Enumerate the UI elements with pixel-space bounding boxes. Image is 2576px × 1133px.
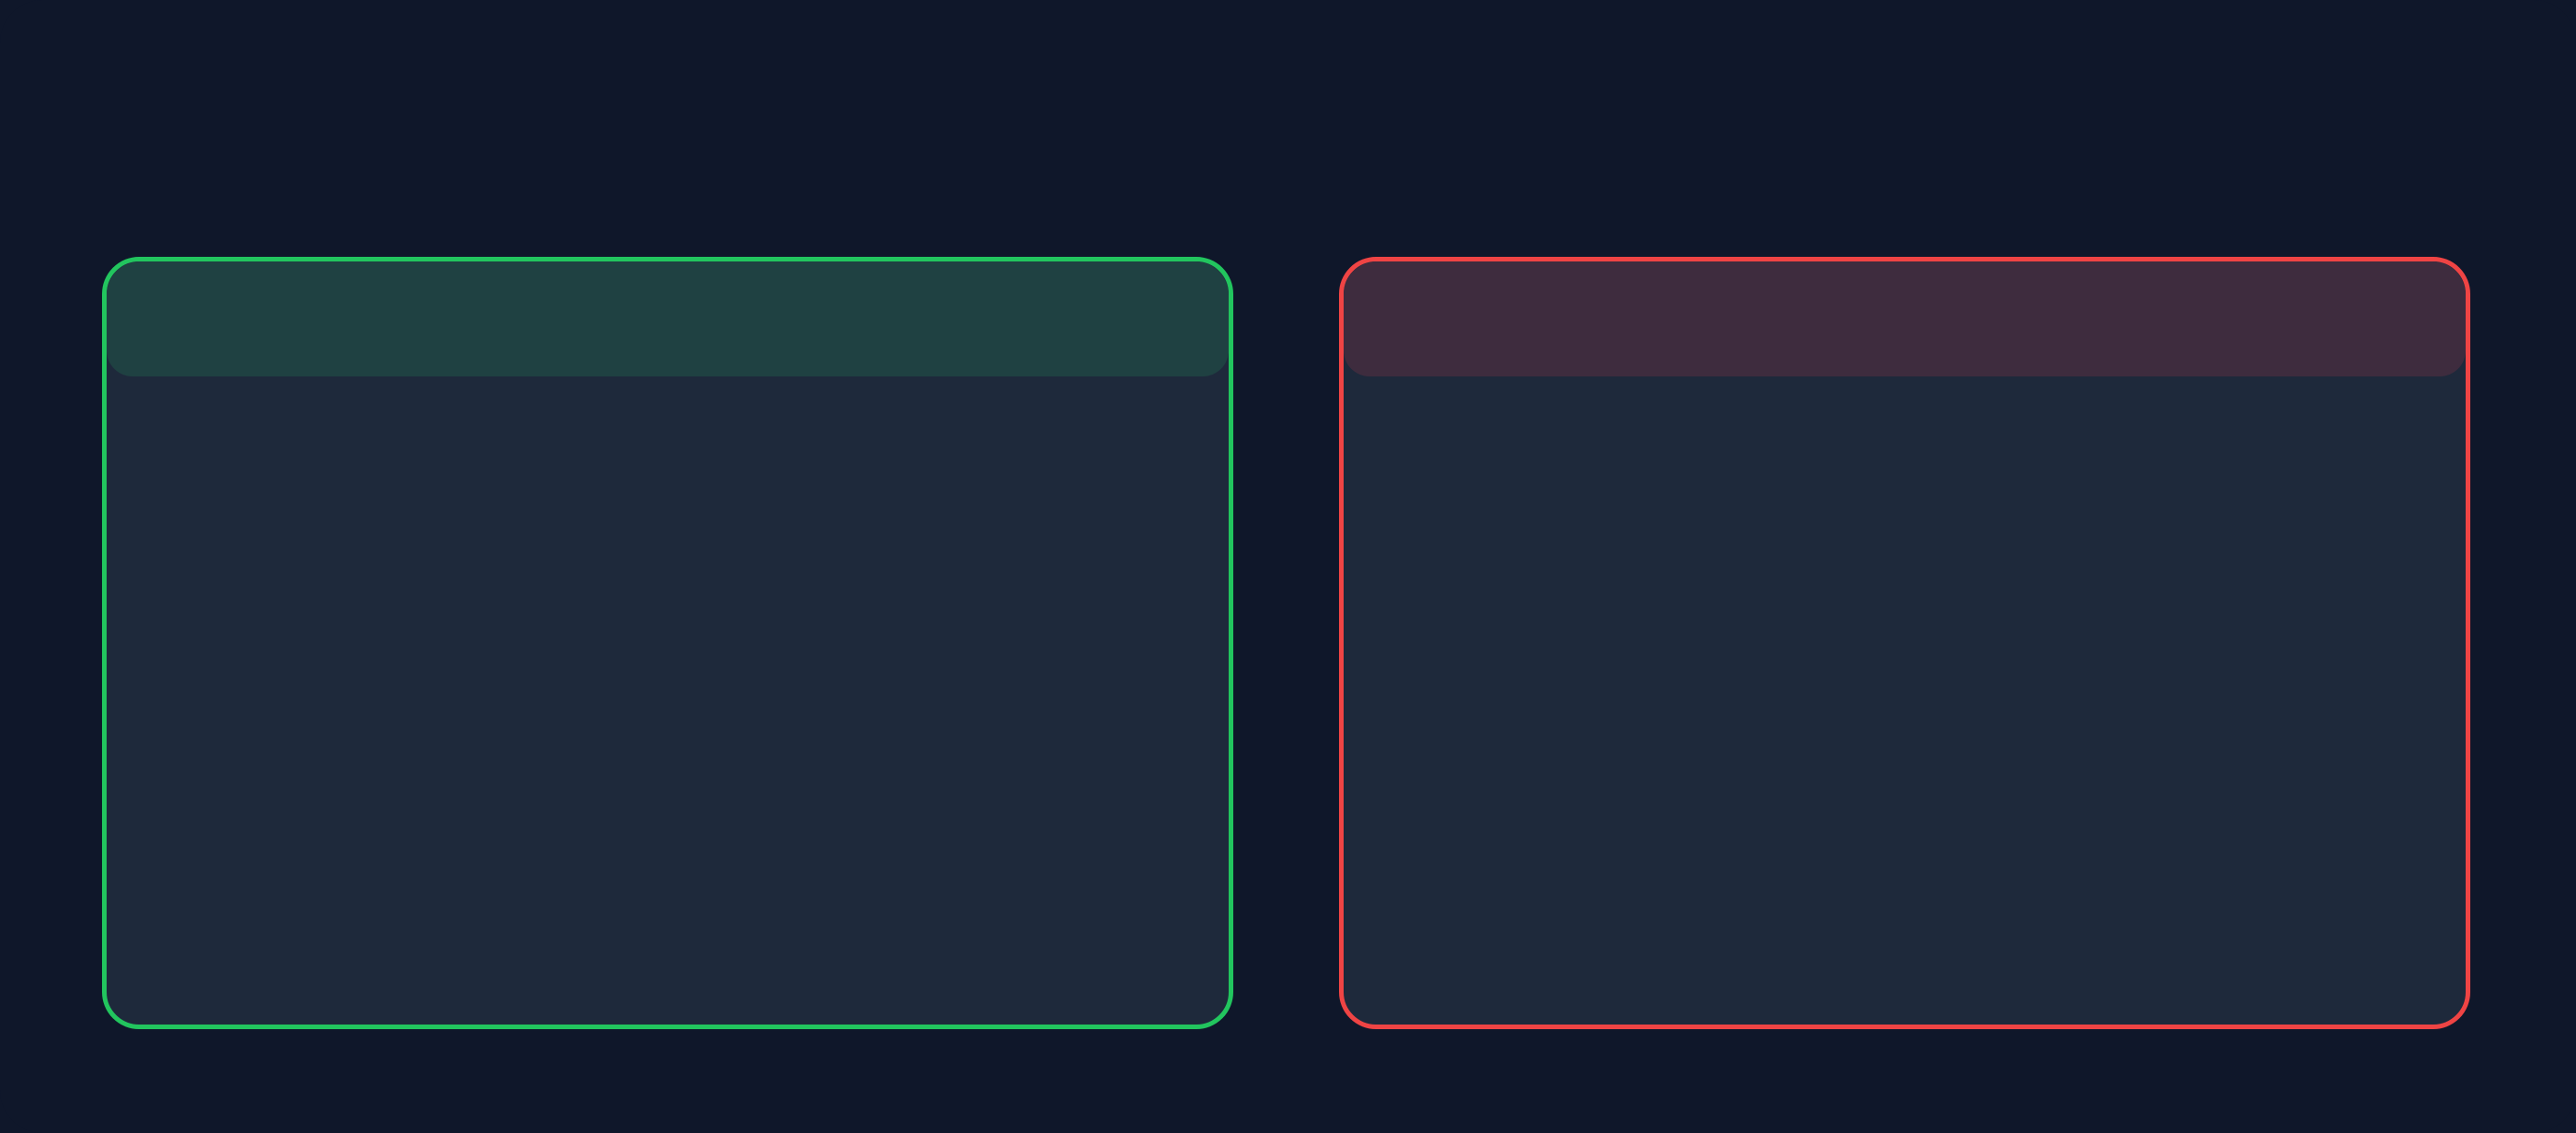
left-panel-header bbox=[107, 261, 1229, 376]
diagram-canvas bbox=[0, 0, 2576, 1133]
left-panel bbox=[102, 257, 1233, 1029]
right-panel bbox=[1339, 257, 2470, 1029]
right-panel-header bbox=[1344, 261, 2466, 376]
